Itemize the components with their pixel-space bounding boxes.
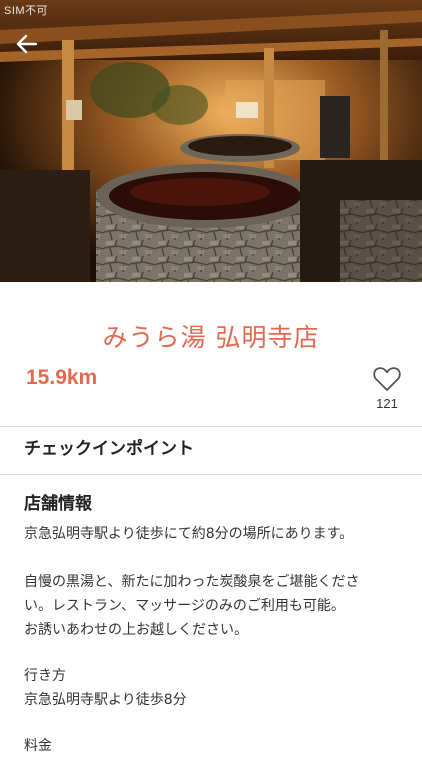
- access-label: 行き方: [24, 668, 66, 684]
- shop-distance: 15.9km: [26, 366, 98, 389]
- shop-info-intro: 京急弘明寺駅より徒歩にて約8分の場所にあります。: [24, 526, 354, 542]
- price-label: 料金: [24, 738, 52, 754]
- shop-info-heading: 店舗情報: [24, 494, 92, 514]
- shop-info-description-line: い。レストラン、マッサージのみのご利用も可能。: [24, 598, 345, 614]
- shop-info-description-line: 自慢の黒湯と、新たに加わった炭酸泉をご堪能くださ: [24, 574, 360, 590]
- hero-photo: SIM不可: [0, 0, 422, 282]
- divider: [0, 474, 422, 475]
- status-bar-carrier: SIM不可: [4, 5, 49, 17]
- favorite-button[interactable]: 121: [362, 366, 412, 411]
- arrow-left-icon: [16, 34, 38, 54]
- heart-outline-icon: [373, 367, 401, 391]
- favorite-count: 121: [376, 396, 398, 411]
- shop-info-description-line: お誘いあわせの上お越しください。: [24, 622, 248, 638]
- back-button[interactable]: [16, 34, 52, 62]
- shop-name: みうら湯 弘明寺店: [102, 323, 320, 352]
- hero-photo-image: [0, 0, 422, 282]
- divider: [0, 426, 422, 427]
- access-value: 京急弘明寺駅より徒歩8分: [24, 692, 187, 708]
- checkin-point-link[interactable]: チェックインポイント: [24, 434, 194, 459]
